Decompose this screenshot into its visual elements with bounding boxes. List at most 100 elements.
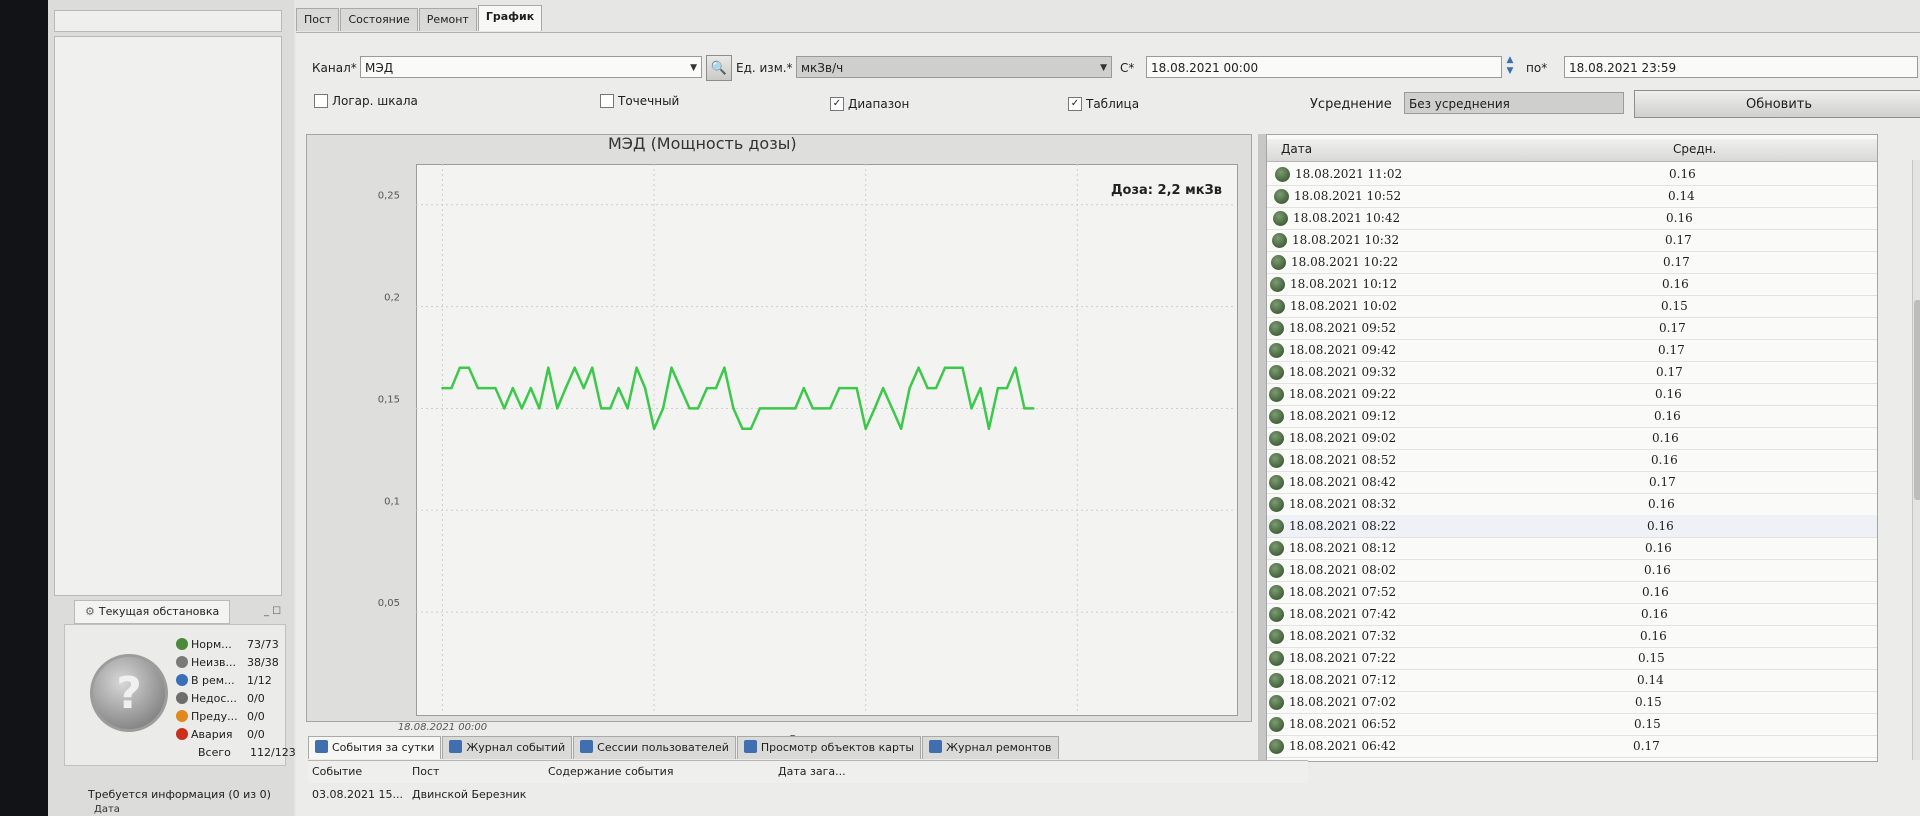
- table-scrollbar[interactable]: [1912, 160, 1920, 760]
- status-dot-icon: [1269, 365, 1284, 380]
- col-content[interactable]: Содержание события: [548, 765, 673, 778]
- data-point: [688, 407, 691, 410]
- row-date: 18.08.2021 07:52: [1289, 585, 1397, 599]
- table-row[interactable]: 18.08.2021 10:42 0.16: [1267, 207, 1877, 230]
- y-tick-label: 0,05: [378, 598, 400, 609]
- table-row[interactable]: 18.08.2021 09:02 0.16: [1267, 427, 1877, 450]
- scrollbar-thumb[interactable]: [1914, 300, 1920, 500]
- row-date: 18.08.2021 08:02: [1289, 563, 1397, 577]
- data-point: [970, 407, 973, 410]
- data-point: [599, 407, 603, 410]
- col-event[interactable]: Событие: [312, 765, 362, 778]
- data-point: [908, 386, 911, 390]
- table-row[interactable]: 18.08.2021 10:32 0.17: [1267, 229, 1877, 252]
- splitter-handle[interactable]: [1258, 134, 1266, 760]
- data-point: [582, 386, 585, 390]
- users-icon: [580, 740, 594, 753]
- col-post[interactable]: Пост: [412, 765, 439, 778]
- status-dot-icon: [1269, 519, 1284, 534]
- table-row[interactable]: 18.08.2021 10:02 0.15: [1267, 295, 1877, 318]
- row-value: 0.16: [1651, 453, 1678, 467]
- row-date: 18.08.2021 10:42: [1293, 211, 1401, 225]
- row-date: 18.08.2021 08:42: [1289, 475, 1397, 489]
- col-date-header[interactable]: Дата: [1281, 142, 1312, 156]
- table-row[interactable]: 18.08.2021 07:22 0.15: [1267, 647, 1877, 670]
- row-date: 18.08.2021 07:32: [1289, 629, 1397, 643]
- table-row[interactable]: 03.08.2021 15... Двинской Березник: [308, 784, 1308, 806]
- row-date: 18.08.2021 08:22: [1289, 519, 1397, 533]
- table-row[interactable]: 18.08.2021 09:12 0.16: [1267, 405, 1877, 428]
- col-load-date[interactable]: Дата зага...: [778, 765, 846, 778]
- table-row[interactable]: 18.08.2021 07:12 0.14: [1267, 669, 1877, 692]
- data-point: [802, 386, 805, 390]
- data-point: [961, 366, 964, 369]
- data-point: [696, 407, 700, 410]
- table-row[interactable]: 18.08.2021 07:02 0.15: [1267, 691, 1877, 714]
- table-row[interactable]: 18.08.2021 06:52 0.15: [1267, 713, 1877, 736]
- bottom-tab[interactable]: События за сутки: [308, 736, 442, 759]
- table-row[interactable]: 18.08.2021 10:52 0.14: [1267, 185, 1877, 208]
- table-row[interactable]: 18.08.2021 07:52 0.16: [1267, 581, 1877, 604]
- data-point: [547, 366, 550, 369]
- data-point: [749, 427, 753, 431]
- data-point: [838, 386, 841, 390]
- bottom-tab[interactable]: Журнал событий: [442, 736, 573, 759]
- data-point: [820, 407, 823, 410]
- bottom-tab[interactable]: Просмотр объектов карты: [736, 736, 922, 759]
- table-row[interactable]: 18.08.2021 08:42 0.17: [1267, 471, 1877, 494]
- table-row[interactable]: 18.08.2021 07:42 0.16: [1267, 603, 1877, 626]
- event-cell: 03.08.2021 15...: [312, 788, 403, 801]
- bottom-tab-label: Журнал событий: [466, 741, 566, 754]
- status-dot-icon: [1269, 321, 1284, 336]
- monitor-bezel: [0, 0, 48, 816]
- row-date: 18.08.2021 07:22: [1289, 651, 1397, 665]
- row-value: 0.16: [1645, 541, 1672, 555]
- data-point: [776, 407, 779, 410]
- table-row[interactable]: 18.08.2021 09:32 0.17: [1267, 361, 1877, 384]
- row-date: 18.08.2021 09:52: [1289, 321, 1397, 335]
- table-row[interactable]: 18.08.2021 08:22 0.16: [1267, 515, 1877, 538]
- status-dot-icon: [1269, 475, 1284, 490]
- data-point: [952, 366, 956, 369]
- bottom-tab-label: Просмотр объектов карты: [760, 741, 915, 754]
- data-point: [564, 386, 567, 390]
- status-dot-icon: [1269, 629, 1284, 644]
- table-row[interactable]: 18.08.2021 07:32 0.16: [1267, 625, 1877, 648]
- row-value: 0.16: [1644, 563, 1671, 577]
- dose-annotation: Доза: 2,2 мкЗв: [1111, 183, 1222, 198]
- bottom-tab-label: События за сутки: [332, 741, 435, 754]
- data-point: [476, 386, 480, 390]
- table-row[interactable]: 18.08.2021 10:12 0.16: [1267, 273, 1877, 296]
- row-value: 0.16: [1666, 211, 1693, 225]
- status-dot-icon: [1275, 167, 1290, 182]
- table-row[interactable]: 18.08.2021 11:02 0.16: [1267, 163, 1877, 186]
- data-point: [458, 366, 462, 369]
- row-value: 0.15: [1634, 717, 1661, 731]
- data-point: [864, 427, 867, 431]
- status-dot-icon: [1272, 233, 1287, 248]
- table-row[interactable]: 18.08.2021 09:52 0.17: [1267, 317, 1877, 340]
- table-row[interactable]: 18.08.2021 09:42 0.17: [1267, 339, 1877, 362]
- bottom-tab[interactable]: Сессии пользователей: [573, 736, 736, 759]
- table-row[interactable]: 18.08.2021 06:42 0.17: [1267, 735, 1877, 758]
- row-date: 18.08.2021 10:32: [1292, 233, 1400, 247]
- data-point: [1005, 386, 1009, 390]
- table-row[interactable]: 18.08.2021 08:12 0.16: [1267, 537, 1877, 560]
- bottom-tab-label: Журнал ремонтов: [946, 741, 1052, 754]
- bottom-tab[interactable]: Журнал ремонтов: [922, 736, 1059, 759]
- row-value: 0.16: [1652, 431, 1679, 445]
- table-row[interactable]: 18.08.2021 08:02 0.16: [1267, 559, 1877, 582]
- table-row[interactable]: 18.08.2021 08:32 0.16: [1267, 493, 1877, 516]
- status-dot-icon: [1269, 387, 1284, 402]
- status-dot-icon: [1269, 453, 1284, 468]
- table-row[interactable]: 18.08.2021 09:22 0.16: [1267, 383, 1877, 406]
- row-date: 18.08.2021 09:12: [1289, 409, 1397, 423]
- table-row[interactable]: 18.08.2021 08:52 0.16: [1267, 449, 1877, 472]
- table-row[interactable]: 18.08.2021 10:22 0.17: [1267, 251, 1877, 274]
- col-avg-header[interactable]: Средн.: [1673, 142, 1716, 156]
- row-value: 0.16: [1647, 519, 1674, 533]
- data-point: [573, 366, 576, 369]
- data-point: [890, 407, 894, 410]
- y-tick-label: 0,1: [384, 496, 400, 507]
- data-point: [538, 407, 541, 410]
